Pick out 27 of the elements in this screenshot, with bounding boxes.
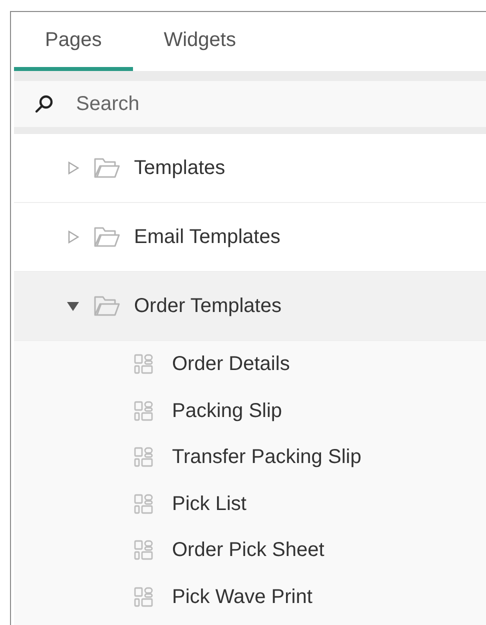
folder-label: Order Templates [134,294,282,319]
folder-icon [94,226,120,248]
grid-icon [134,540,154,560]
grid-icon [134,400,154,421]
folder-label: Templates [134,156,226,181]
page-item[interactable]: Order Details [14,341,486,388]
folder-row[interactable]: Order Templates [14,272,486,341]
folder-icon [94,295,120,317]
grid-icon [134,586,154,607]
page-item[interactable]: Pick List [14,480,486,527]
tab[interactable]: Pages [14,12,133,71]
search-field[interactable]: Search [14,81,486,134]
grid-icon [134,447,154,468]
grid-icon [134,494,154,514]
grid-icon [134,354,154,374]
caret-right-icon[interactable] [66,161,80,175]
caret-down-icon[interactable] [66,299,80,313]
folder-icon [94,157,120,179]
page-item[interactable]: Transfer Packing Slip [14,434,486,480]
tab[interactable]: Widgets [132,12,267,71]
search-input[interactable]: Search [76,81,486,127]
search-icon [34,94,54,114]
page-item[interactable]: Pick Wave Print [14,574,486,620]
page-item[interactable]: Order Pick Sheet [14,527,486,574]
folder-label: Email Templates [134,225,280,250]
page-item[interactable]: Packing Slip [14,388,486,434]
caret-right-icon[interactable] [66,230,80,244]
